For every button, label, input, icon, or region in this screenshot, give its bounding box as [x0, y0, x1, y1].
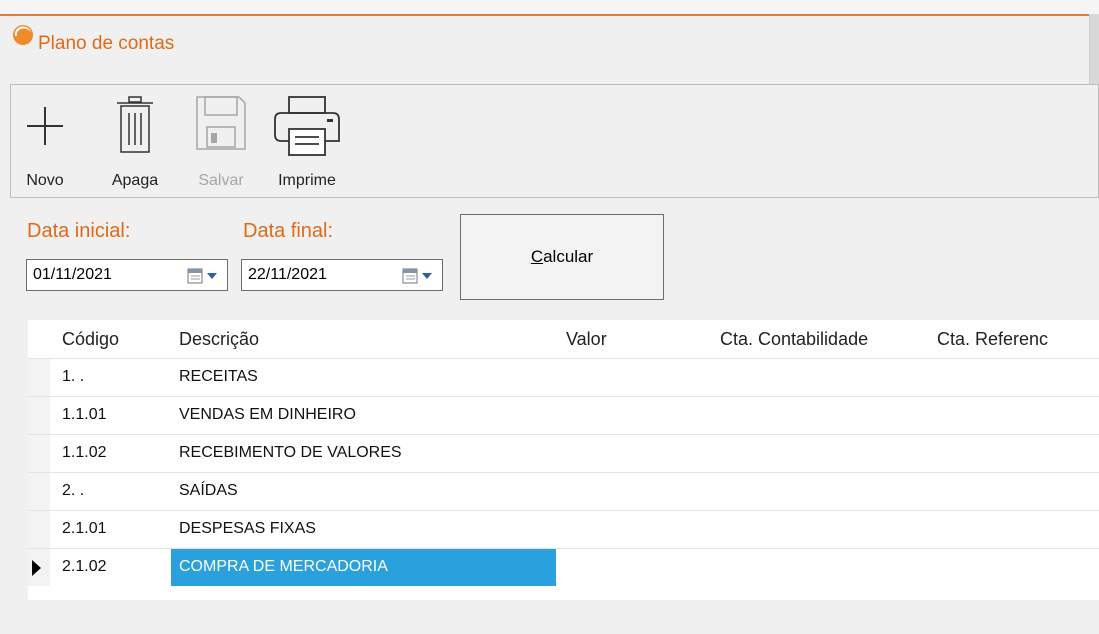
row-indicator	[28, 359, 50, 396]
calendar-dropdown-icon[interactable]	[187, 268, 219, 284]
data-inicial-field[interactable]: 01/11/2021	[26, 259, 228, 291]
cell-codigo: 1.1.01	[62, 406, 107, 423]
cell-descricao: SAÍDAS	[179, 482, 238, 499]
column-header-descricao[interactable]: Descrição	[179, 329, 259, 350]
cell-descricao: COMPRA DE MERCADORIA	[179, 558, 388, 575]
table-row[interactable]: 2.1.01 DESPESAS FIXAS	[28, 510, 1099, 548]
row-indicator	[28, 397, 50, 434]
novo-label: Novo	[26, 172, 64, 189]
trash-icon	[117, 96, 153, 153]
background-window-strip	[0, 0, 1099, 15]
data-final-value: 22/11/2021	[248, 266, 327, 283]
cell-descricao: VENDAS EM DINHEIRO	[179, 406, 356, 423]
calcular-label: alcular	[543, 247, 594, 266]
data-final-field[interactable]: 22/11/2021	[241, 259, 443, 291]
grid-header: Código Descrição Valor Cta. Contabilidad…	[28, 320, 1099, 358]
row-indicator	[28, 435, 50, 472]
cell-descricao: RECEBIMENTO DE VALORES	[179, 444, 402, 461]
floppy-disk-icon	[196, 96, 246, 150]
table-row[interactable]: 1.1.01 VENDAS EM DINHEIRO	[28, 396, 1099, 434]
data-inicial-value: 01/11/2021	[33, 266, 112, 283]
row-indicator	[28, 473, 50, 510]
column-header-valor[interactable]: Valor	[566, 329, 607, 350]
column-header-cta-referencial[interactable]: Cta. Referenc	[937, 329, 1048, 350]
cell-codigo: 1. .	[62, 368, 85, 385]
table-row[interactable]: 1.1.02 RECEBIMENTO DE VALORES	[28, 434, 1099, 472]
toolbar: Novo Apaga Salvar Imprime	[10, 84, 1099, 198]
selected-cell[interactable]: COMPRA DE MERCADORIA	[171, 549, 556, 586]
cell-codigo: 1.1.02	[62, 444, 107, 461]
column-header-cta-contabilidade[interactable]: Cta. Contabilidade	[720, 329, 868, 350]
app-logo-icon	[13, 25, 33, 45]
apaga-label: Apaga	[111, 172, 159, 189]
salvar-label: Salvar	[198, 172, 244, 189]
apaga-button[interactable]: Apaga	[103, 85, 167, 197]
imprime-button[interactable]: Imprime	[267, 85, 347, 197]
calcular-mnemonic: C	[530, 247, 544, 266]
plus-icon	[27, 107, 63, 145]
table-row[interactable]: 2. . SAÍDAS	[28, 472, 1099, 510]
imprime-label: Imprime	[278, 172, 336, 189]
grid-bottom-area	[0, 600, 1099, 634]
cell-descricao: DESPESAS FIXAS	[179, 520, 316, 537]
cell-codigo: 2.1.02	[62, 558, 107, 575]
window-title: Plano de contas	[38, 33, 175, 54]
salvar-button[interactable]: Salvar	[191, 85, 251, 197]
table-row[interactable]: 1. . RECEITAS	[28, 358, 1099, 396]
data-final-label: Data final:	[243, 220, 334, 242]
cell-codigo: 2.1.01	[62, 520, 107, 537]
calcular-button[interactable]: Calcular	[460, 214, 664, 300]
table-row-selected[interactable]: 2.1.02 COMPRA DE MERCADORIA	[28, 548, 1099, 586]
cell-descricao: RECEITAS	[179, 368, 258, 385]
cell-codigo: 2. .	[62, 482, 85, 499]
title-accent-line	[0, 14, 1089, 16]
current-row-arrow-icon	[32, 560, 41, 576]
column-header-codigo[interactable]: Código	[62, 329, 119, 350]
accounts-grid[interactable]: Código Descrição Valor Cta. Contabilidad…	[28, 320, 1099, 634]
printer-icon	[274, 96, 340, 156]
row-indicator	[28, 549, 50, 586]
data-inicial-label: Data inicial:	[27, 220, 131, 242]
novo-button[interactable]: Novo	[21, 85, 69, 197]
row-indicator	[28, 511, 50, 548]
calendar-dropdown-icon[interactable]	[402, 268, 434, 284]
